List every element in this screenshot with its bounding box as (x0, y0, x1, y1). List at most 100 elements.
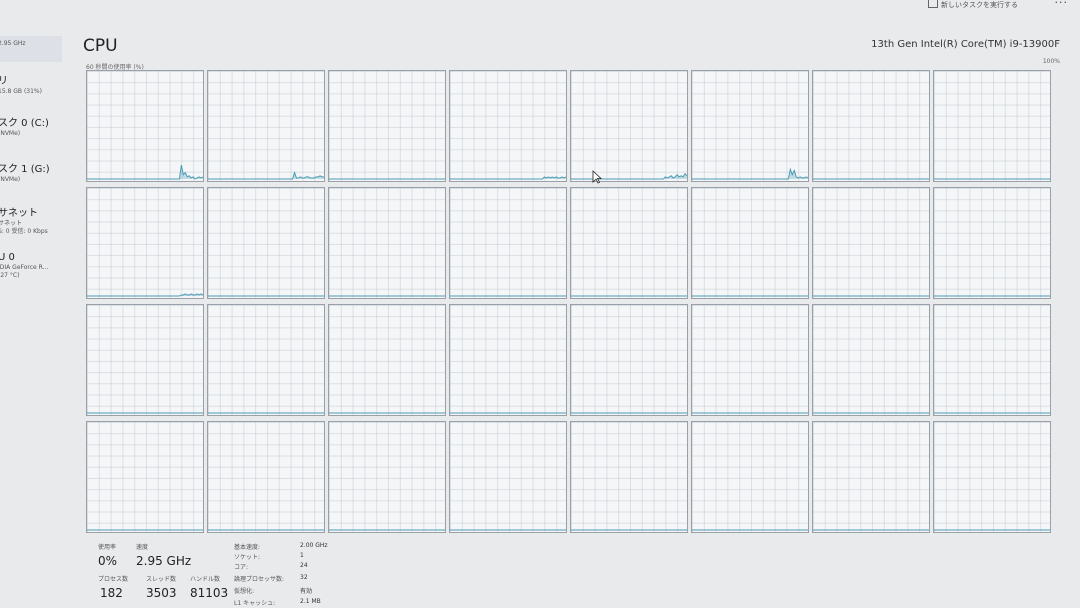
core-graph-svg (87, 529, 203, 531)
spec-value: 2.00 GHz (300, 542, 328, 549)
core-graph (207, 304, 325, 416)
core-graph (933, 70, 1051, 182)
core-graph-svg (813, 412, 929, 414)
spec-value: 32 (300, 574, 308, 581)
sidebar-item-ethernet[interactable]: サネット サネット S: 0 受信: 0 Kbps (0, 208, 62, 236)
core-graph (207, 187, 325, 299)
core-graph-svg (571, 295, 687, 297)
core-graph (812, 304, 930, 416)
mouse-cursor-icon (592, 170, 602, 184)
core-graph (449, 304, 567, 416)
core-usage-area (208, 172, 324, 180)
threads-label: スレッド数 (146, 576, 177, 583)
processes-label: プロセス数 (98, 576, 129, 583)
spec-label: 基本速度: (234, 544, 261, 551)
core-graph-svg (87, 164, 203, 180)
handles-value: 81103 (190, 586, 229, 600)
sidebar-item-title: サネット (0, 208, 38, 219)
core-graph-svg (692, 295, 808, 297)
sidebar-item-subtitle: (NVMe) (0, 130, 21, 137)
core-graph-svg (692, 167, 808, 180)
utilization-value: 0% (98, 554, 118, 568)
sidebar-item-subtitle-2: S: 0 受信: 0 Kbps (0, 228, 48, 235)
graph-max-label: 100% (1042, 58, 1060, 65)
sidebar-item-title: リ (0, 76, 8, 87)
sidebar-item-title: スク 1 (G:) (0, 164, 50, 175)
sidebar-item-memory[interactable]: リ 15.8 GB (31%) (0, 76, 62, 96)
cpu-model-name: 13th Gen Intel(R) Core(TM) i9-13900F (871, 39, 1060, 50)
spec-label: 仮想化: (234, 588, 255, 595)
sidebar-item-subtitle: (NVMe) (0, 176, 21, 183)
processes-value: 182 (100, 586, 123, 600)
core-graph-svg (934, 295, 1050, 297)
core-graph (933, 304, 1051, 416)
top-bar: 新しいタスクを実行する ··· (0, 0, 1080, 30)
core-graph-svg (813, 295, 929, 297)
sidebar-item-subtitle: 2.95 GHz (0, 40, 26, 47)
core-graph-svg (934, 529, 1050, 531)
core-graph-svg (450, 412, 566, 414)
core-graph (933, 187, 1051, 299)
core-graph-svg (87, 412, 203, 414)
core-graph (570, 421, 688, 533)
sidebar-item-disk-0[interactable]: スク 0 (C:) (NVMe) (0, 118, 62, 138)
core-graph-svg (934, 178, 1050, 180)
spec-label: 論理プロセッサ数: (234, 576, 285, 583)
sidebar-item-cpu[interactable]: 2.95 GHz (0, 36, 62, 62)
core-graph (570, 304, 688, 416)
handles-label: ハンドル数 (190, 576, 221, 583)
sidebar-item-title: スク 0 (C:) (0, 118, 49, 129)
core-graph (328, 421, 446, 533)
core-graph (207, 70, 325, 182)
run-task-icon (928, 0, 938, 8)
spec-value: 有効 (300, 588, 313, 595)
page-title: CPU (83, 36, 118, 56)
core-graph (449, 187, 567, 299)
spec-label: L1 キャッシュ: (234, 600, 276, 607)
sidebar-item-disk-1[interactable]: スク 1 (G:) (NVMe) (0, 164, 62, 184)
core-usage-area (87, 164, 203, 180)
core-graph (691, 421, 809, 533)
core-graph-svg (329, 295, 445, 297)
sidebar-item-gpu-0[interactable]: U 0 IDIA GeForce R... (27 °C) (0, 252, 62, 280)
core-graph (86, 70, 204, 182)
core-graph-svg (813, 178, 929, 180)
core-graph-svg (450, 176, 566, 180)
core-graph-svg (329, 529, 445, 531)
core-graph (570, 187, 688, 299)
cpu-stats: 使用率 0% 速度 2.95 GHz プロセス数 182 スレッド数 3503 … (96, 538, 396, 608)
core-graph-svg (450, 295, 566, 297)
core-graph-svg (571, 529, 687, 531)
core-graph-svg (208, 529, 324, 531)
core-graph (207, 421, 325, 533)
core-graph-svg (934, 412, 1050, 414)
sidebar-item-subtitle: サネット (0, 220, 23, 227)
more-icon[interactable]: ··· (1055, 0, 1069, 9)
spec-value: 24 (300, 562, 308, 569)
core-graph-svg (692, 529, 808, 531)
core-graph (812, 187, 930, 299)
core-graph-svg (329, 178, 445, 180)
sidebar-item-title: U 0 (0, 252, 15, 263)
core-graph-svg (813, 529, 929, 531)
core-graph (328, 304, 446, 416)
sidebar-item-subtitle: IDIA GeForce R... (0, 264, 49, 271)
sidebar: 2.95 GHz リ 15.8 GB (31%) スク 0 (C:) (NVMe… (0, 34, 66, 324)
cpu-performance-panel: CPU 13th Gen Intel(R) Core(TM) i9-13900F… (66, 28, 1066, 608)
core-graph (328, 187, 446, 299)
core-graph-svg (87, 293, 203, 297)
core-graph (933, 421, 1051, 533)
core-graph (449, 70, 567, 182)
threads-value: 3503 (146, 586, 177, 600)
core-graph (812, 421, 930, 533)
spec-label: コア: (234, 564, 249, 571)
core-graph-svg (208, 171, 324, 180)
core-graph-svg (208, 412, 324, 414)
core-graph (86, 187, 204, 299)
core-graph-svg (329, 412, 445, 414)
spec-value: 2.1 MB (300, 598, 321, 605)
spec-label: ソケット: (234, 554, 261, 561)
core-graph-svg (208, 295, 324, 297)
run-new-task-button[interactable]: 新しいタスクを実行する (928, 0, 1018, 10)
core-graph (812, 70, 930, 182)
